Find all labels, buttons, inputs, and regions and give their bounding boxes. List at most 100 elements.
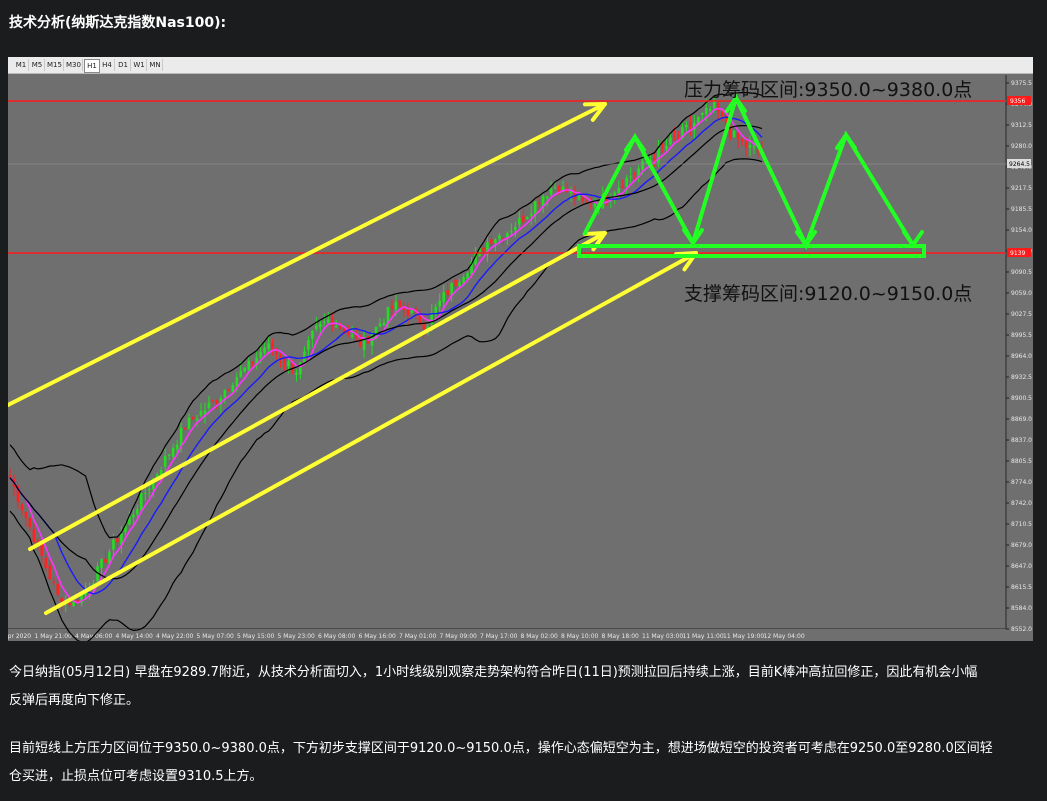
timeframe-button-m15[interactable]: M15 [46, 59, 64, 71]
candle-body [482, 247, 485, 252]
candle-body [199, 411, 203, 416]
current-price-label: 9264.5 [1009, 161, 1030, 168]
candle-body [334, 326, 338, 328]
candle-body [490, 239, 493, 244]
candle-body [521, 215, 525, 223]
candle-body [422, 324, 426, 330]
channel-lower-arrow [44, 251, 698, 615]
candle-body [665, 145, 668, 150]
candle-body [283, 358, 286, 364]
candle-body [227, 388, 231, 390]
candle-body [633, 173, 636, 175]
candle-body [20, 504, 24, 511]
candle-body [147, 488, 151, 491]
price-tick-label: 8710.5 [1011, 521, 1032, 528]
price-tick-label: 9217.5 [1011, 185, 1032, 192]
timeframe-button-m5[interactable]: M5 [30, 59, 45, 71]
time-tick-label: 5 May 07:00 [197, 633, 235, 640]
time-tick-label: 4 May 22:00 [156, 633, 194, 640]
candle-body [661, 145, 664, 148]
time-tick-label: 5 May 23:00 [278, 633, 316, 640]
candle-body [183, 427, 187, 430]
candle-body [143, 492, 147, 494]
candle-body [319, 323, 322, 328]
timeframe-button-w1[interactable]: W1 [132, 59, 147, 71]
candle-body [223, 390, 227, 398]
candle-body [338, 326, 342, 329]
candle-body [179, 427, 183, 447]
candle-body [167, 454, 171, 456]
analysis-paragraph-1: 今日纳指(05月12日) 早盘在9289.7附近，从技术分析面切入，1小时线级别… [9, 665, 978, 680]
candle-body [239, 370, 243, 377]
candle-body [44, 558, 48, 568]
candle-body [350, 334, 354, 337]
candle-body [657, 147, 660, 163]
candle-body [187, 417, 191, 430]
time-tick-label: 8 May 18:00 [602, 633, 640, 640]
time-tick-label: 11 May 03:00 [642, 633, 683, 640]
analysis-paragraph-2: 目前短线上方压力区间位于9350.0~9380.0点，下方初步支撑区间于9120… [9, 741, 993, 756]
candle-body [382, 322, 386, 326]
timeframe-button-h1[interactable]: H1 [84, 59, 100, 73]
candle-body [68, 603, 71, 606]
price-tick-label: 8647.0 [1011, 563, 1032, 570]
candle-body [267, 343, 270, 350]
price-tick-label: 8552.0 [1011, 626, 1032, 633]
price-tick-label: 8774.0 [1011, 479, 1032, 486]
resistance-zone-annotation: 压力筹码区间:9350.0~9380.0点 [684, 79, 972, 101]
candle-body [323, 321, 326, 323]
candle-body [410, 310, 414, 314]
timeframe-button-m1[interactable]: M1 [14, 59, 29, 71]
price-tick-label: 9059.0 [1011, 290, 1032, 297]
price-tick-label: 8869.0 [1011, 416, 1032, 423]
candle-body [175, 444, 179, 450]
candle-body [685, 124, 688, 128]
time-tick-label: 1 May 21:00 [35, 633, 73, 640]
price-tick-label: 9154.0 [1011, 227, 1032, 234]
candle-body [617, 187, 621, 194]
candle-body [549, 188, 553, 195]
candle-body [8, 475, 12, 478]
candle-body [708, 109, 712, 111]
timeframe-button-h4[interactable]: H4 [100, 59, 115, 71]
resistance-price-label: 9356 [1010, 98, 1025, 105]
candle-body [689, 121, 692, 128]
time-tick-label: 11 May 19:00 [723, 633, 764, 640]
candle-body [191, 416, 195, 420]
price-tick-label: 9280.0 [1011, 143, 1032, 150]
candle-body [736, 132, 740, 140]
price-tick-label: 8805.5 [1011, 458, 1032, 465]
timeframe-button-m30[interactable]: M30 [65, 59, 83, 71]
support-price-label: 9139 [1010, 250, 1025, 257]
price-tick-label: 8964.0 [1011, 353, 1032, 360]
candle-body [211, 399, 215, 401]
timeframe-button-mn[interactable]: MN [148, 59, 163, 71]
candle-body [577, 195, 581, 200]
candle-body [116, 538, 119, 543]
candle-body [52, 581, 56, 584]
candle-body [438, 300, 442, 307]
candle-body [100, 559, 103, 569]
candle-body [720, 111, 724, 117]
candle-body [716, 102, 720, 112]
candle-body [295, 373, 298, 375]
candle-body [537, 202, 541, 204]
candle-body [406, 309, 410, 316]
time-tick-label: 4 May 14:00 [116, 633, 154, 640]
price-tick-label: 8679.0 [1011, 542, 1032, 549]
timeframe-button-d1[interactable]: D1 [116, 59, 131, 71]
candle-body [641, 160, 644, 170]
candle-body [454, 279, 457, 286]
candle-body [235, 377, 239, 387]
candle-body [446, 290, 449, 295]
candle-body [442, 292, 445, 303]
pattern-arrowhead [835, 131, 857, 150]
time-tick-label: 8 May 10:00 [561, 633, 599, 640]
price-tick-label: 8584.0 [1011, 605, 1032, 612]
candle-body [195, 418, 199, 421]
candle-body [378, 323, 382, 327]
candle-body [263, 347, 266, 353]
price-tick-label: 9375.5 [1011, 80, 1032, 87]
price-chart: 9375.59344.09312.59280.09249.09217.59185… [8, 57, 1033, 641]
candle-body [132, 514, 135, 518]
